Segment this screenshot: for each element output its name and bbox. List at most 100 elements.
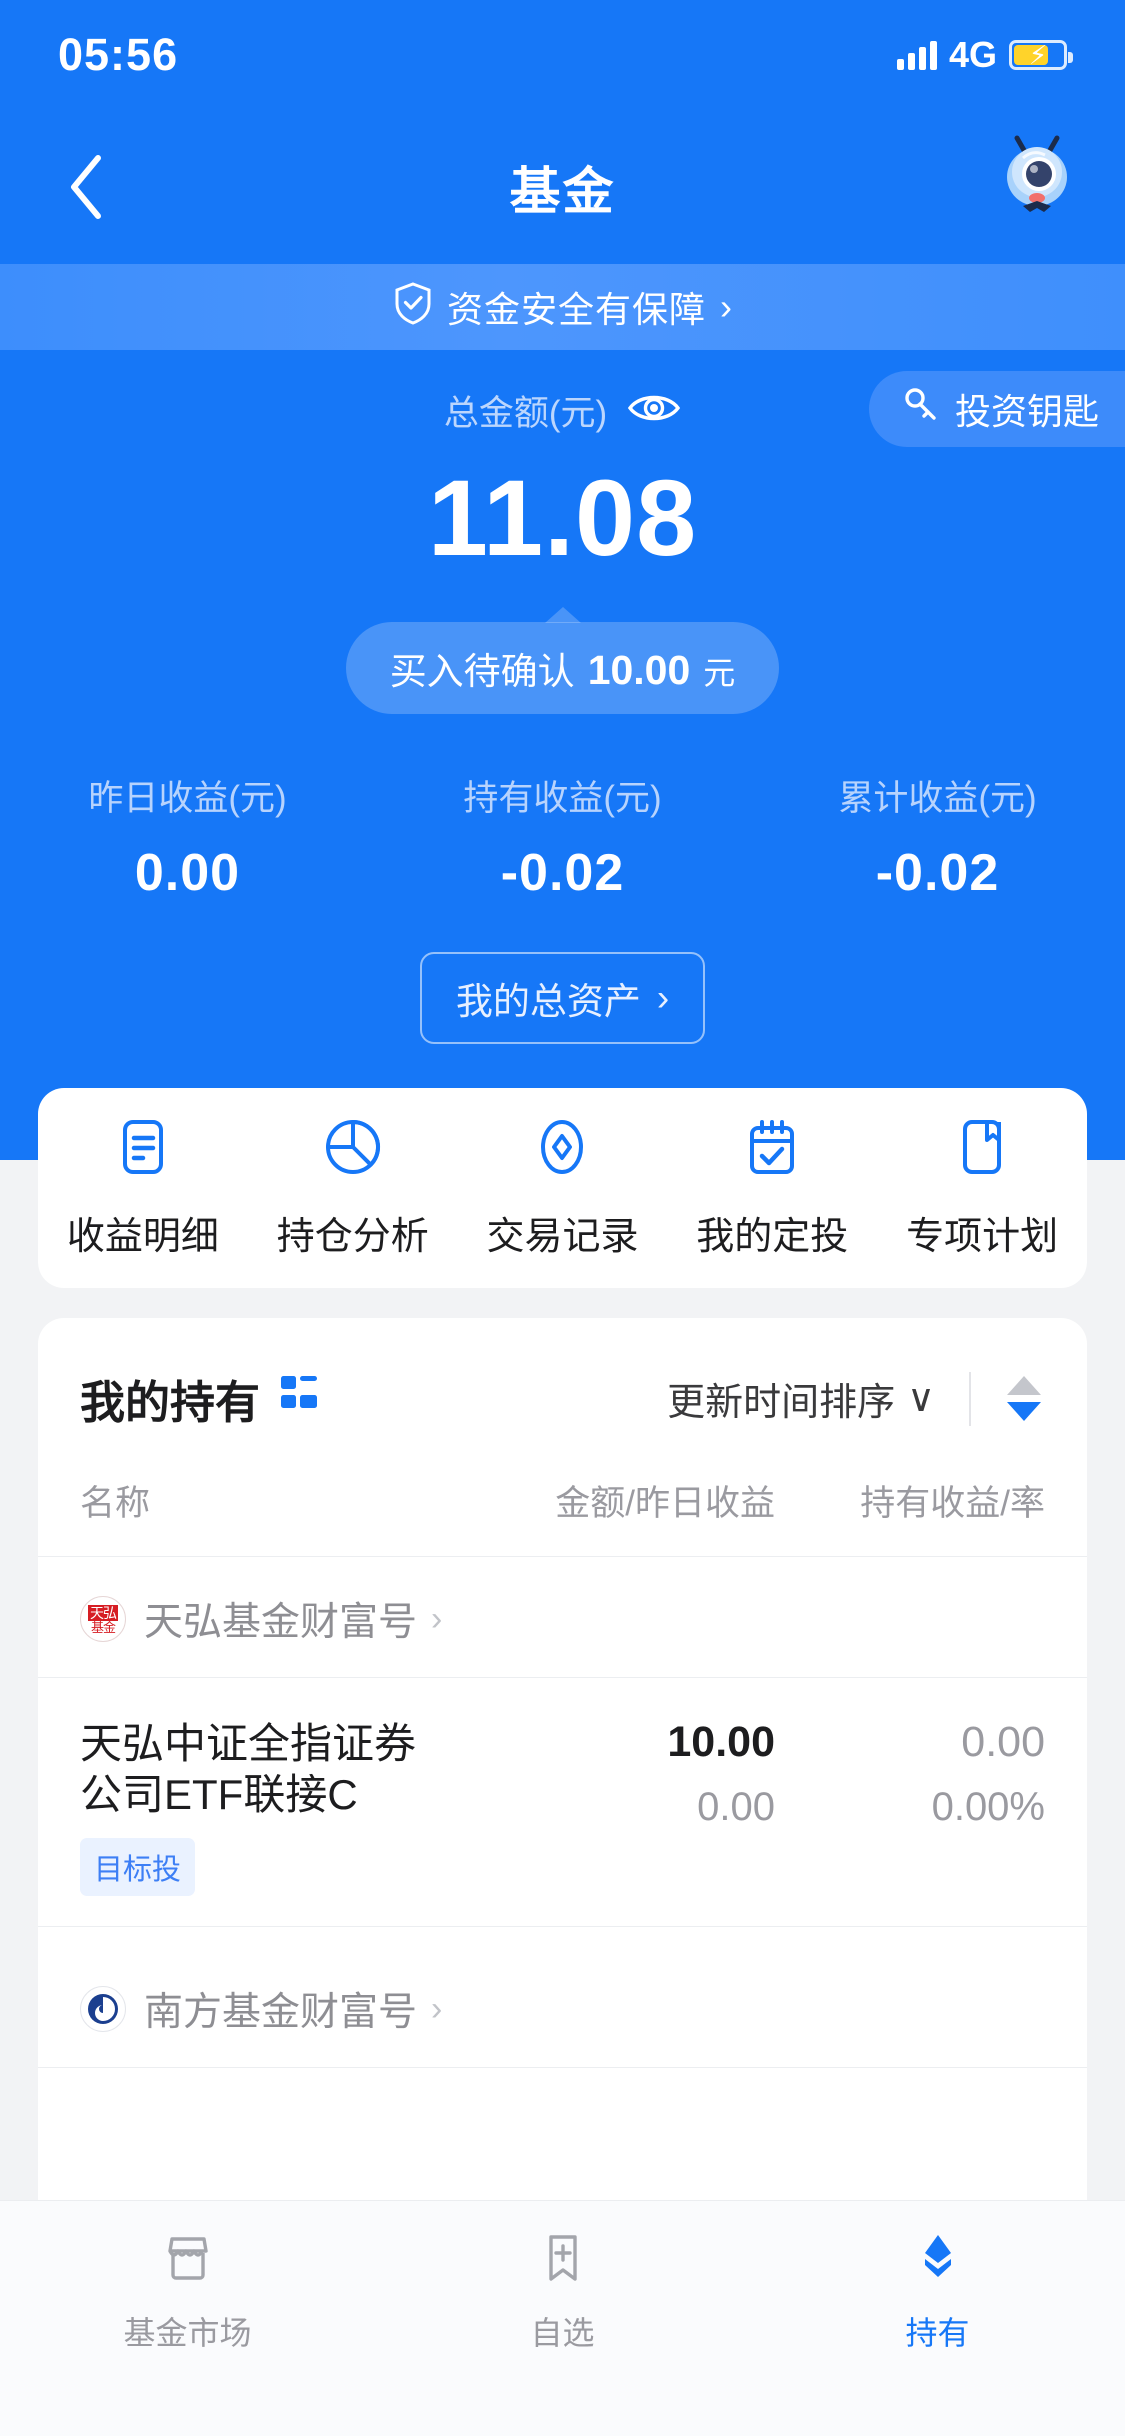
quick-action-label: 收益明细 <box>66 1216 219 1258</box>
stat-value: 0.00 <box>134 844 241 902</box>
key-icon <box>901 385 941 434</box>
tab-watchlist[interactable]: 自选 <box>375 2229 750 2354</box>
signal-bars-icon <box>896 40 937 70</box>
sort-arrow-up-icon <box>1007 1376 1041 1395</box>
column-header-profit: 持有收益/率 <box>860 1484 1045 1523</box>
nav-bar: 基金 <box>0 110 1125 264</box>
fund-group-name: 天弘基金财富号 <box>144 1601 418 1644</box>
quick-action-position-analysis[interactable]: 持仓分析 <box>248 1116 458 1260</box>
pending-purchase-bubble[interactable]: 买入待确认 10.00 元 <box>345 622 780 714</box>
bookmark-plus-icon <box>534 2229 592 2292</box>
quick-action-special-plan[interactable]: 专项计划 <box>877 1116 1087 1260</box>
chevron-down-icon: ∨ <box>907 1378 935 1420</box>
bottom-tab-bar: 基金市场 自选 持有 <box>0 2200 1125 2436</box>
status-time: 05:56 <box>58 29 179 80</box>
my-assets-wrap: 我的总资产 › <box>0 952 1125 1044</box>
column-header-amount: 金额/昨日收益 <box>555 1484 775 1523</box>
my-total-assets-label: 我的总资产 <box>455 981 641 1022</box>
sort-select-label: 更新时间排序 <box>667 1382 896 1424</box>
diamond-circle-icon <box>531 1116 593 1183</box>
nanfang-fund-logo <box>80 1986 126 2033</box>
invest-key-button[interactable]: 投资钥匙 <box>868 371 1125 447</box>
fund-profit-cell: 0.00 0.00% <box>775 1718 1045 1896</box>
fund-group-name: 南方基金财富号 <box>144 1991 418 2035</box>
safety-banner-chevron: › <box>720 286 732 327</box>
fund-app-screen: 05:56 4G ⚡ 基金 资金安全有保障 › 总金额(元) 投资钥匙 11.0… <box>0 0 1125 2436</box>
pending-value: 10.00 <box>587 647 691 693</box>
document-list-icon <box>112 1116 174 1183</box>
stat-label: 累计收益(元) <box>838 779 1037 818</box>
holdings-column-headers: 名称 金额/昨日收益 持有收益/率 <box>38 1431 1087 1557</box>
quick-action-label: 交易记录 <box>486 1216 639 1258</box>
toolbar-divider <box>969 1371 971 1426</box>
tab-holdings[interactable]: 持有 <box>750 2229 1125 2354</box>
fund-group-row[interactable]: 南方基金财富号 › <box>38 1927 1087 2069</box>
pending-unit: 元 <box>703 655 736 691</box>
tianhong-fund-logo: 天弘 基金 <box>80 1596 126 1642</box>
back-chevron-icon[interactable] <box>40 142 130 232</box>
pending-bubble-wrap: 买入待确认 10.00 元 <box>0 622 1125 714</box>
total-amount-label: 总金额(元) <box>443 394 608 433</box>
mascot-avatar-icon[interactable] <box>987 122 1087 222</box>
battery-charging-icon: ⚡ <box>1009 40 1073 70</box>
chevron-right-icon: › <box>656 977 670 1018</box>
profit-stats-row: 昨日收益(元) 0.00 持有收益(元) -0.02 累计收益(元) -0.02 <box>0 770 1125 903</box>
eye-visible-icon[interactable] <box>627 390 681 431</box>
holdings-tools: 更新时间排序 ∨ <box>667 1371 1045 1426</box>
stat-holding-profit: 持有收益(元) -0.02 <box>375 770 750 903</box>
fund-amount-cell: 10.00 0.00 <box>445 1718 775 1896</box>
tab-label: 持有 <box>905 2315 970 2351</box>
quick-action-transaction-record[interactable]: 交易记录 <box>458 1116 668 1260</box>
hero-panel: 05:56 4G ⚡ 基金 资金安全有保障 › 总金额(元) 投资钥匙 11.0… <box>0 0 1125 1160</box>
sort-arrow-down-icon <box>1007 1402 1041 1421</box>
quick-action-label: 我的定投 <box>696 1216 849 1258</box>
fund-name-cell: 天弘中证全指证券公司ETF联接C 目标投 <box>80 1718 445 1897</box>
stat-value: -0.02 <box>875 844 1000 902</box>
pie-chart-icon <box>322 1116 384 1183</box>
stat-total-profit: 累计收益(元) -0.02 <box>750 770 1125 903</box>
quick-action-label: 专项计划 <box>906 1216 1059 1258</box>
status-bar: 05:56 4G ⚡ <box>0 0 1125 110</box>
invest-key-label: 投资钥匙 <box>954 391 1099 432</box>
shop-market-icon <box>159 2229 217 2292</box>
fund-hold-rate: 0.00% <box>931 1785 1045 1829</box>
holdings-title: 我的持有 <box>80 1377 261 1428</box>
total-amount-value: 11.08 <box>427 457 698 578</box>
quick-action-income-detail[interactable]: 收益明细 <box>38 1116 248 1260</box>
column-header-name: 名称 <box>80 1484 151 1523</box>
fund-badge: 目标投 <box>80 1838 196 1897</box>
fund-amount: 10.00 <box>667 1718 775 1766</box>
fund-hold-profit: 0.00 <box>961 1718 1045 1766</box>
logo-line-2: 基金 <box>90 1619 116 1635</box>
safety-banner[interactable]: 资金安全有保障 › <box>0 264 1125 350</box>
bookmark-icon <box>951 1116 1013 1183</box>
fund-group-row[interactable]: 天弘 基金 天弘基金财富号 › <box>38 1557 1087 1678</box>
fund-yesterday-profit: 0.00 <box>697 1785 775 1829</box>
grid-layout-icon[interactable] <box>278 1372 320 1425</box>
fund-name: 天弘中证全指证券公司ETF联接C <box>80 1720 417 1819</box>
fund-row[interactable]: 天弘中证全指证券公司ETF联接C 目标投 10.00 0.00 0.00 0.0… <box>38 1678 1087 1928</box>
pending-label: 买入待确认 <box>389 651 575 692</box>
tab-label: 自选 <box>530 2315 595 2351</box>
network-type-label: 4G <box>948 34 997 75</box>
sort-select[interactable]: 更新时间排序 ∨ <box>667 1371 935 1426</box>
calendar-check-icon <box>741 1116 803 1183</box>
logo-line-1: 天弘 <box>88 1604 118 1621</box>
chevron-right-icon: › <box>431 1599 443 1638</box>
stat-yesterday-profit: 昨日收益(元) 0.00 <box>0 770 375 903</box>
stat-label: 持有收益(元) <box>463 779 662 818</box>
quick-action-label: 持仓分析 <box>276 1216 429 1258</box>
chevron-right-icon: › <box>431 1989 443 2028</box>
holdings-header: 我的持有 更新时间排序 ∨ <box>38 1318 1087 1431</box>
tab-label: 基金市场 <box>123 2315 252 2351</box>
status-indicators: 4G ⚡ <box>896 34 1073 76</box>
page-title: 基金 <box>509 163 616 220</box>
quick-action-my-aip[interactable]: 我的定投 <box>667 1116 877 1260</box>
holdings-title-group: 我的持有 <box>80 1366 320 1431</box>
tab-fund-market[interactable]: 基金市场 <box>0 2229 375 2354</box>
my-total-assets-button[interactable]: 我的总资产 › <box>419 952 706 1044</box>
shield-check-icon <box>393 281 433 334</box>
stat-label: 昨日收益(元) <box>88 779 287 818</box>
sort-arrows-icon[interactable] <box>1007 1376 1045 1421</box>
safety-banner-text: 资金安全有保障 <box>446 289 706 330</box>
